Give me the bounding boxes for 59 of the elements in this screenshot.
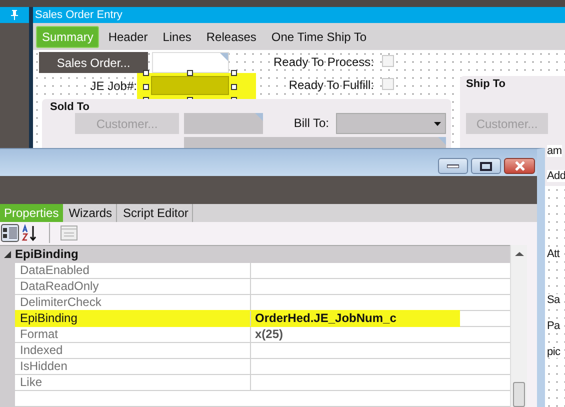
field-label: Att <box>547 248 560 260</box>
property-name: DataEnabled <box>15 262 251 278</box>
tab[interactable]: Header <box>102 26 154 48</box>
property-row[interactable]: EpiBinding OrderHed.JE_JobNum_c <box>15 310 510 327</box>
property-name: DataReadOnly <box>15 278 251 294</box>
order-field[interactable] <box>152 52 229 73</box>
sort-alphabetical-icon[interactable] <box>21 224 39 242</box>
tab[interactable]: One Time Ship To <box>265 26 373 48</box>
categorized-view-icon[interactable] <box>1 224 19 242</box>
minimize-icon <box>447 164 459 168</box>
property-value: OrderHed.JE_JobNum_c <box>255 310 396 326</box>
property-row[interactable]: DataReadOnly <box>15 278 510 295</box>
minimize-button[interactable] <box>438 158 468 174</box>
field-label: am <box>547 145 562 157</box>
property-name: IsHidden <box>15 358 251 374</box>
tab[interactable]: Releases <box>200 26 262 48</box>
checkbox[interactable] <box>382 78 394 90</box>
checkbox[interactable] <box>382 55 394 67</box>
customer-field[interactable] <box>184 113 263 134</box>
scroll-thumb[interactable] <box>513 382 525 407</box>
property-name: Format <box>15 326 251 342</box>
window-title: Sales Order Entry <box>35 9 122 21</box>
property-row[interactable]: DelimiterCheck <box>15 294 510 311</box>
property-row[interactable]: DataEnabled <box>15 262 510 279</box>
section-title: Sold To <box>50 101 90 113</box>
property-pages-icon[interactable] <box>60 225 78 242</box>
bill-to-dropdown[interactable] <box>336 113 446 134</box>
property-row[interactable] <box>15 390 510 407</box>
sales-order-button[interactable]: Sales Order... <box>39 52 148 73</box>
job-field[interactable] <box>151 76 229 95</box>
section-title: Ship To <box>466 78 506 90</box>
tab[interactable]: Properties <box>0 204 63 222</box>
scroll-up-icon[interactable] <box>514 250 524 257</box>
scrollbar[interactable] <box>510 244 527 407</box>
close-icon <box>514 161 526 171</box>
checkbox-label: Ready To Process: <box>272 55 374 69</box>
property-name: Like <box>15 374 251 390</box>
property-row[interactable]: Format x(25) <box>15 326 510 343</box>
maximize-icon <box>480 162 492 170</box>
property-name: EpiBinding <box>15 310 251 326</box>
tab[interactable]: Lines <box>156 26 198 48</box>
property-row[interactable]: Like <box>15 374 510 391</box>
tab[interactable]: Summary <box>36 26 100 48</box>
property-row[interactable]: Indexed <box>15 342 510 359</box>
field-label: Pa <box>547 320 560 332</box>
maximize-button[interactable] <box>471 158 501 174</box>
property-value: x(25) <box>255 326 284 342</box>
field-label: Bill To: <box>292 116 329 130</box>
field-label: Add <box>547 170 565 182</box>
pin-icon[interactable] <box>10 10 19 20</box>
field-label: JE Job#: <box>89 79 137 93</box>
close-button[interactable] <box>504 158 535 174</box>
category-header: EpiBinding <box>15 247 78 262</box>
property-name: Indexed <box>15 342 251 358</box>
caret-icon <box>434 122 441 126</box>
field-label: Sa <box>547 294 560 306</box>
checkbox-label: Ready To Fulfill: <box>288 78 374 92</box>
property-row[interactable]: IsHidden <box>15 358 510 375</box>
field-label: pic <box>547 346 560 358</box>
